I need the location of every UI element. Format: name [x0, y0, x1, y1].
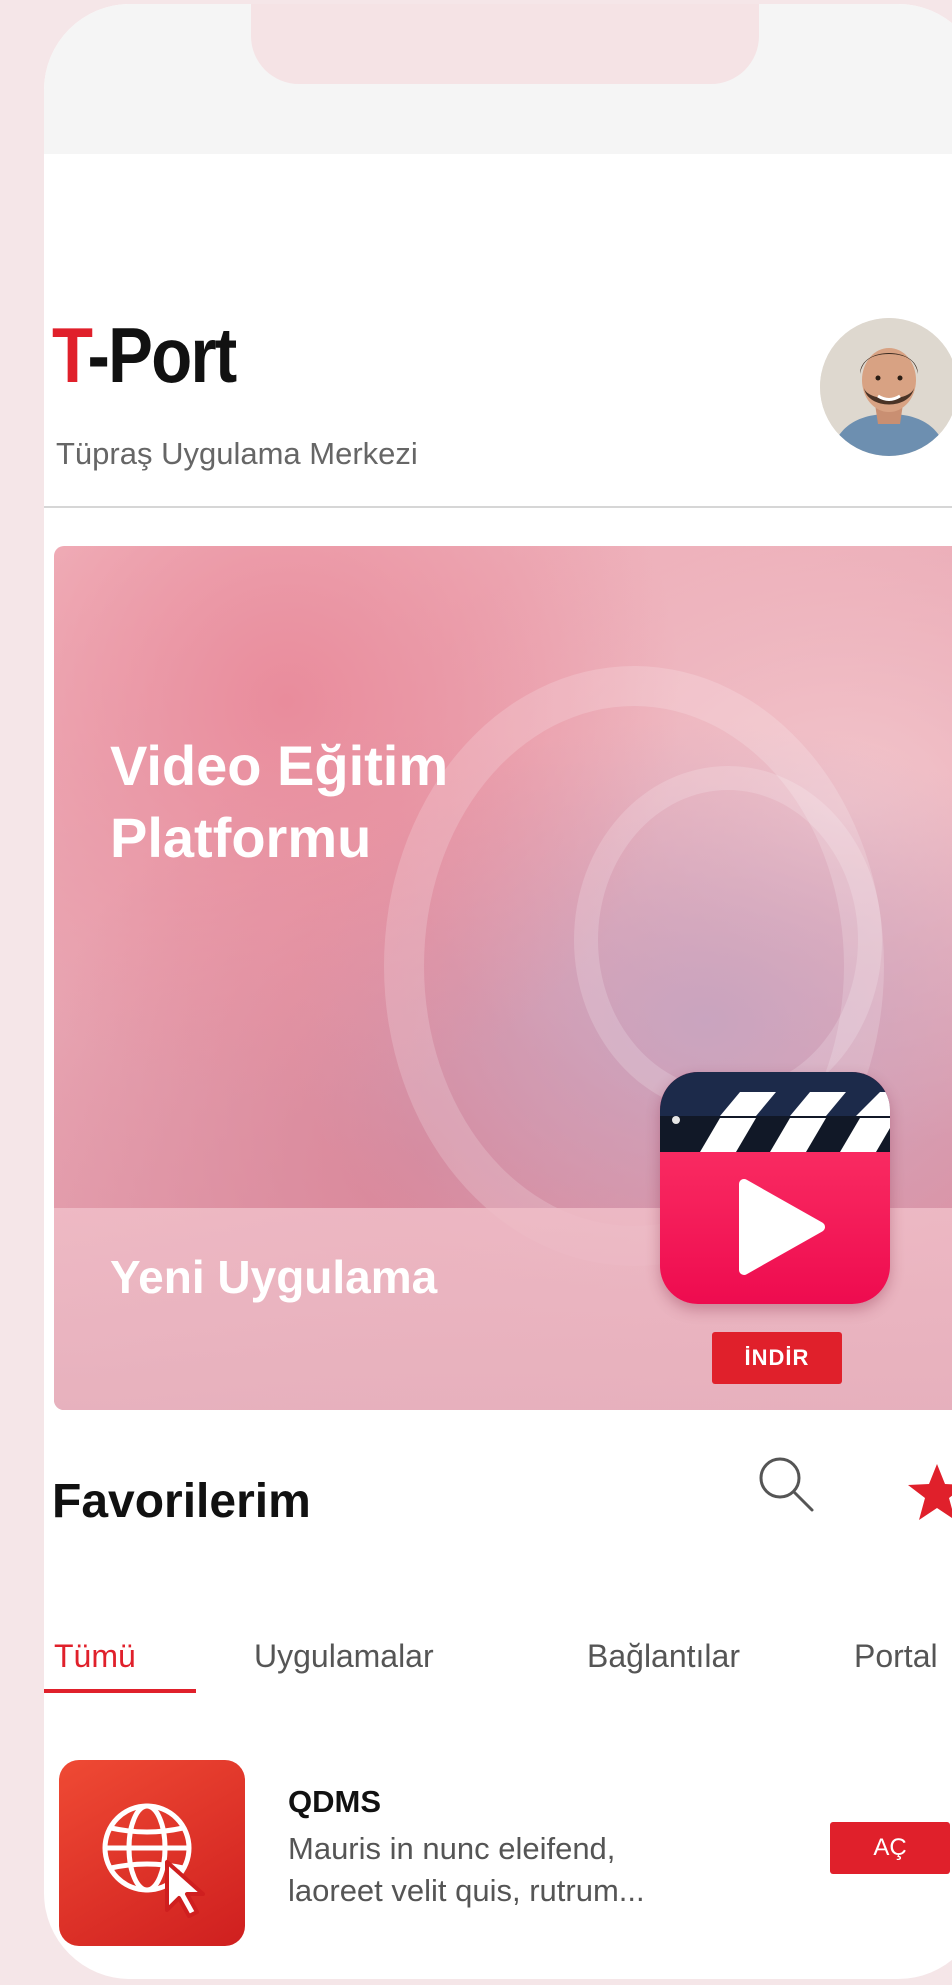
list-item-title: QDMS: [288, 1784, 381, 1819]
phone-screen: T-Port Tüpraş Uygulama Merkezi Video Eği…: [44, 4, 952, 1979]
avatar-photo: [820, 318, 952, 456]
tab-links[interactable]: Bağlantılar: [587, 1638, 740, 1675]
active-tab-indicator: [44, 1689, 196, 1693]
featured-banner[interactable]: Video Eğitim Platformu Yeni Uygulama İND…: [54, 546, 952, 1410]
app-title: T-Port: [52, 316, 237, 394]
favorites-title: Favorilerim: [52, 1475, 311, 1528]
app-title-accent: T: [52, 311, 89, 399]
banner-tag: Yeni Uygulama: [110, 1251, 438, 1303]
star-icon[interactable]: [904, 1460, 952, 1526]
banner-heading-line2: Platformu: [110, 806, 372, 869]
banner-heading-line1: Video Eğitim: [110, 734, 449, 797]
video-clapperboard-icon[interactable]: [660, 1072, 890, 1304]
header-divider: [44, 506, 952, 508]
tab-portal[interactable]: Portal: [854, 1638, 938, 1675]
search-icon[interactable]: [754, 1452, 818, 1516]
avatar[interactable]: [820, 318, 952, 456]
notch: [251, 4, 759, 84]
list-item-description: Mauris in nunc eleifend, laoreet velit q…: [288, 1831, 645, 1908]
tab-applications[interactable]: Uygulamalar: [254, 1638, 434, 1675]
globe-cursor-icon[interactable]: [59, 1760, 245, 1946]
open-button[interactable]: AÇ: [830, 1822, 950, 1874]
tab-all[interactable]: Tümü: [54, 1638, 136, 1675]
download-button[interactable]: İNDİR: [712, 1332, 842, 1384]
banner-decoration: [574, 766, 882, 1114]
app-subtitle: Tüpraş Uygulama Merkezi: [56, 436, 418, 471]
app-title-rest: -Port: [87, 311, 238, 399]
banner-heading: Video Eğitim Platformu: [110, 730, 448, 874]
